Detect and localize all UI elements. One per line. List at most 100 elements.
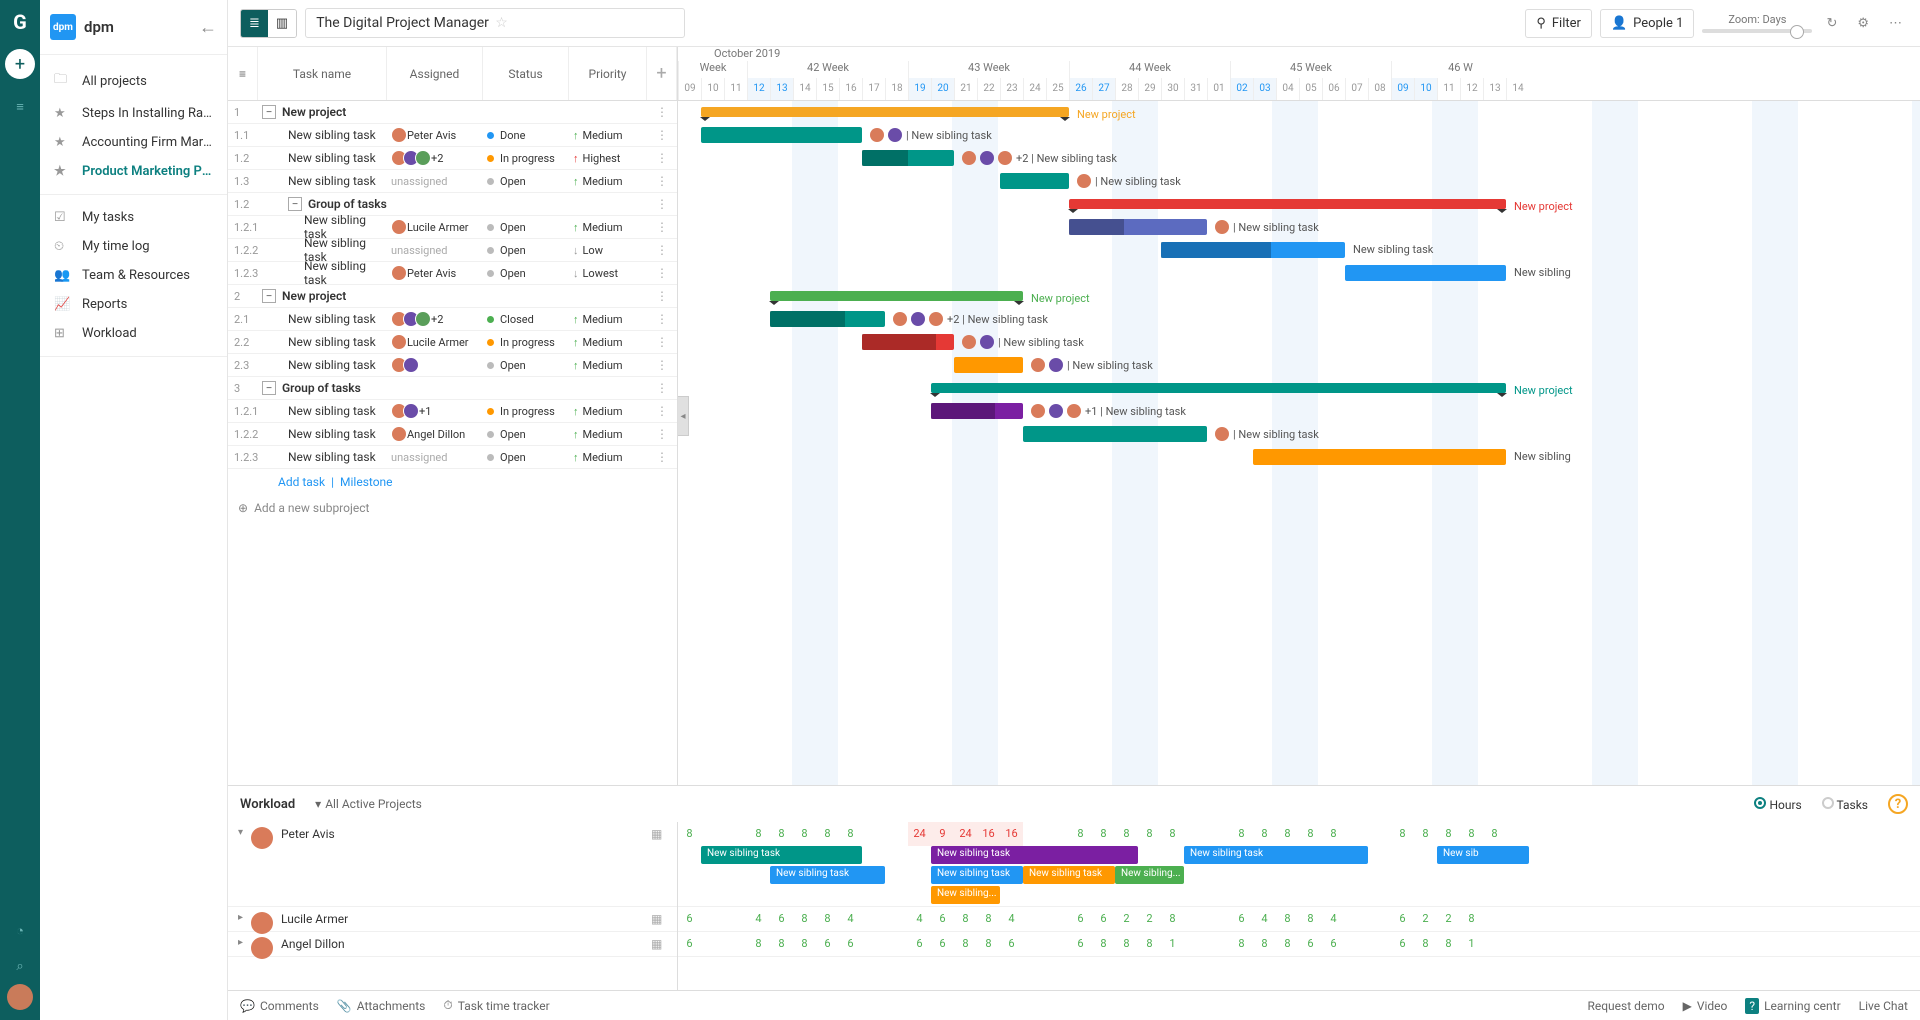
task-status[interactable]: Done	[483, 129, 569, 142]
add-task-link[interactable]: Add task	[278, 475, 325, 489]
row-menu-icon[interactable]: ⋮	[647, 450, 677, 464]
task-assigned[interactable]: +1	[387, 403, 483, 419]
collapse-icon[interactable]: −	[262, 381, 276, 395]
row-menu-icon[interactable]: ⋮	[647, 266, 677, 280]
zoom-slider[interactable]	[1702, 29, 1812, 33]
task-assigned[interactable]: Lucile Armer	[387, 334, 483, 350]
timeline-body[interactable]: New project | New sibling task +2 | New s…	[678, 101, 1920, 785]
comments-button[interactable]: 💬 Comments	[240, 999, 319, 1013]
task-status[interactable]: Open	[483, 244, 569, 257]
task-name-cell[interactable]: New sibling task	[258, 404, 387, 418]
row-menu-icon[interactable]: ⋮	[647, 289, 677, 303]
sidebar-starred-item[interactable]: ★Steps In Installing Rack Mo...	[40, 99, 227, 128]
task-bar[interactable]: +2 | New sibling task	[862, 150, 954, 166]
task-name-cell[interactable]: −Group of tasks	[258, 197, 387, 211]
task-name-cell[interactable]: New sibling task	[258, 174, 387, 188]
zoom-control[interactable]: Zoom: Days	[1702, 13, 1812, 33]
collapse-icon[interactable]: −	[288, 197, 302, 211]
task-priority[interactable]: ↓Low	[569, 244, 647, 257]
task-bar[interactable]: New sibling task	[1161, 242, 1345, 258]
sidebar-nav-item[interactable]: 📈Reports	[40, 290, 227, 319]
task-bar[interactable]: | New sibling task	[862, 334, 954, 350]
video-button[interactable]: ▶ Video	[1683, 999, 1728, 1013]
task-row[interactable]: 1.1 New sibling task Peter Avis Done ↑Me…	[228, 124, 677, 147]
row-menu-icon[interactable]: ⋮	[647, 128, 677, 142]
sidebar-nav-item[interactable]: ☑My tasks	[40, 203, 227, 232]
task-status[interactable]: Open	[483, 175, 569, 188]
bell-icon[interactable]: ◔	[16, 923, 24, 939]
filter-button[interactable]: ⚲Filter	[1525, 9, 1592, 38]
task-row[interactable]: 2 −New project ⋮	[228, 285, 677, 308]
live-chat-button[interactable]: Live Chat	[1859, 999, 1908, 1013]
help-icon[interactable]: ?	[1888, 794, 1908, 814]
gantt-view-button[interactable]: ≣	[241, 10, 268, 37]
grid-options-icon[interactable]: ≡	[228, 47, 258, 100]
workload-person[interactable]: ▾Peter Avis▦	[228, 822, 677, 907]
row-menu-icon[interactable]: ⋮	[647, 174, 677, 188]
task-name-cell[interactable]: New sibling task	[258, 259, 387, 287]
task-priority[interactable]: ↑Medium	[569, 313, 647, 326]
task-row[interactable]: 3 −Group of tasks ⋮	[228, 377, 677, 400]
task-name-cell[interactable]: New sibling task	[258, 450, 387, 464]
workload-task-bar[interactable]: New sibling task	[1184, 846, 1368, 864]
col-priority[interactable]: Priority	[569, 47, 647, 100]
calendar-icon[interactable]: ▦	[651, 912, 667, 928]
task-assigned[interactable]: Lucile Armer	[387, 219, 483, 235]
task-status[interactable]: Open	[483, 428, 569, 441]
task-name-cell[interactable]: New sibling task	[258, 151, 387, 165]
task-priority[interactable]: ↑Medium	[569, 428, 647, 441]
people-button[interactable]: 👤People 1	[1600, 9, 1695, 38]
task-status[interactable]: In progress	[483, 152, 569, 165]
task-name-cell[interactable]: −Group of tasks	[258, 381, 387, 395]
task-priority[interactable]: ↑Medium	[569, 129, 647, 142]
task-status[interactable]: In progress	[483, 336, 569, 349]
attachments-button[interactable]: 📎 Attachments	[337, 999, 426, 1013]
add-column-button[interactable]: +	[647, 47, 677, 100]
task-assigned[interactable]: +2	[387, 311, 483, 327]
star-icon[interactable]: ☆	[495, 15, 674, 31]
sidebar-starred-item[interactable]: ★Accounting Firm Marketing...	[40, 128, 227, 157]
summary-bar[interactable]: New project	[931, 383, 1506, 393]
workload-person[interactable]: ▸Angel Dillon▦	[228, 932, 677, 957]
chevron-icon[interactable]: ▾	[238, 827, 243, 838]
task-row[interactable]: 1.2.3 New sibling task Peter Avis Open ↓…	[228, 262, 677, 285]
row-menu-icon[interactable]: ⋮	[647, 312, 677, 326]
task-bar[interactable]: | New sibling task	[1023, 426, 1207, 442]
back-icon[interactable]: ←	[199, 17, 217, 38]
task-name-cell[interactable]: New sibling task	[258, 128, 387, 142]
row-menu-icon[interactable]: ⋮	[647, 151, 677, 165]
task-assigned[interactable]	[387, 357, 483, 373]
task-row[interactable]: 1.2.3 New sibling task unassigned Open ↑…	[228, 446, 677, 469]
workload-task-bar[interactable]: New sibling task	[770, 866, 885, 884]
workload-filter[interactable]: ▾ All Active Projects	[315, 797, 422, 811]
task-row[interactable]: 1 −New project ⋮	[228, 101, 677, 124]
task-bar[interactable]: | New sibling task	[1000, 173, 1069, 189]
task-row[interactable]: 2.1 New sibling task +2 Closed ↑Medium ⋮	[228, 308, 677, 331]
board-view-button[interactable]: ▥	[268, 10, 296, 37]
task-bar[interactable]: +2 | New sibling task	[770, 311, 885, 327]
task-bar[interactable]: New sibling	[1345, 265, 1506, 281]
task-priority[interactable]: ↑Medium	[569, 175, 647, 188]
add-subproject-link[interactable]: ⊕Add a new subproject	[228, 495, 677, 521]
workload-task-bar[interactable]: New sibling task	[931, 866, 1023, 884]
more-icon[interactable]: ⋯	[1883, 10, 1908, 37]
workload-task-bar[interactable]: New sibling...	[1115, 866, 1184, 884]
row-menu-icon[interactable]: ⋮	[647, 358, 677, 372]
task-priority[interactable]: ↑Medium	[569, 221, 647, 234]
task-assigned[interactable]: +2	[387, 150, 483, 166]
row-menu-icon[interactable]: ⋮	[647, 105, 677, 119]
add-milestone-link[interactable]: Milestone	[340, 475, 393, 489]
history-icon[interactable]: ↻	[1820, 10, 1843, 37]
summary-bar[interactable]: New project	[1069, 199, 1506, 209]
search-icon[interactable]: ⌕	[16, 959, 23, 974]
task-bar[interactable]: | New sibling task	[954, 357, 1023, 373]
summary-bar[interactable]: New project	[701, 107, 1069, 117]
col-assigned[interactable]: Assigned	[387, 47, 483, 100]
calendar-icon[interactable]: ▦	[651, 937, 667, 953]
task-status[interactable]: Closed	[483, 313, 569, 326]
workload-task-bar[interactable]: New sibling task	[701, 846, 862, 864]
sidebar-starred-item[interactable]: ★Product Marketing Plan Te...	[40, 157, 227, 186]
row-menu-icon[interactable]: ⋮	[647, 381, 677, 395]
task-row[interactable]: 1.2 New sibling task +2 In progress ↑Hig…	[228, 147, 677, 170]
sidebar-item-all-projects[interactable]: 🗀 All projects	[40, 63, 227, 99]
